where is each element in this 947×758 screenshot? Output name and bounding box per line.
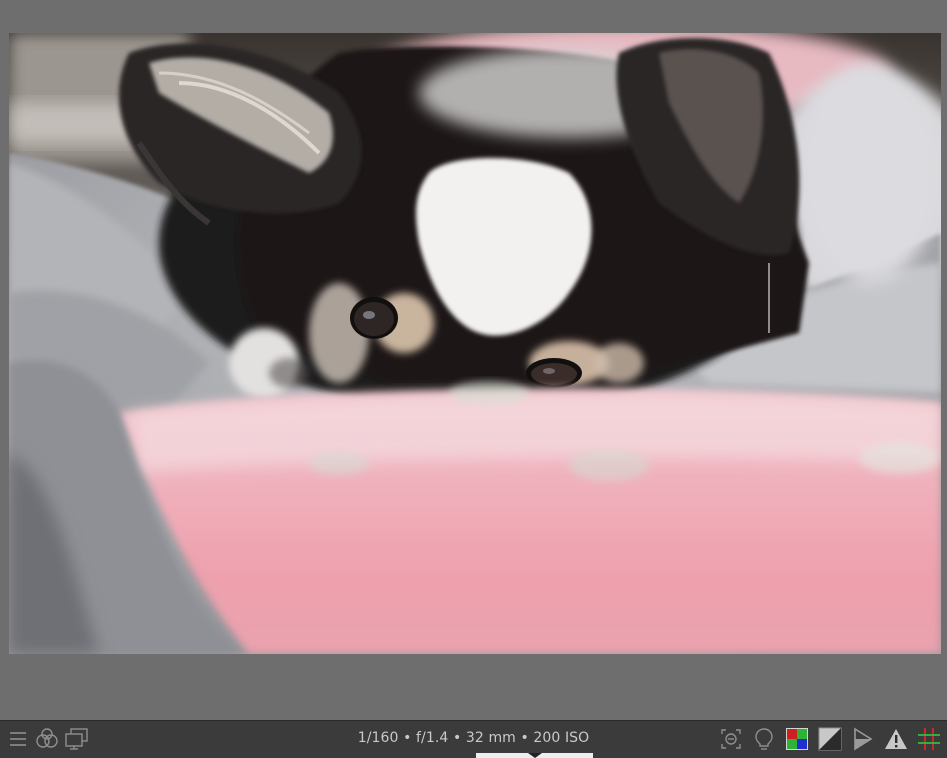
dog-photo [9,33,941,654]
bulb-icon[interactable] [751,726,777,752]
main-image[interactable] [9,33,941,654]
bottom-toolbar: 1/160 • f/1.4 • 32 mm • 200 ISO [0,720,947,758]
filmstrip-toggle[interactable] [476,753,593,758]
center-view[interactable] [0,0,947,720]
gamut-check-icon[interactable] [883,726,909,752]
collapse-arrow-icon [528,753,542,758]
softproof-icon[interactable] [850,726,876,752]
focus-peaking-icon[interactable] [718,726,744,752]
guides-icon[interactable] [916,726,942,752]
color-assessment-icon[interactable] [784,726,810,752]
overexposed-icon[interactable] [817,726,843,752]
